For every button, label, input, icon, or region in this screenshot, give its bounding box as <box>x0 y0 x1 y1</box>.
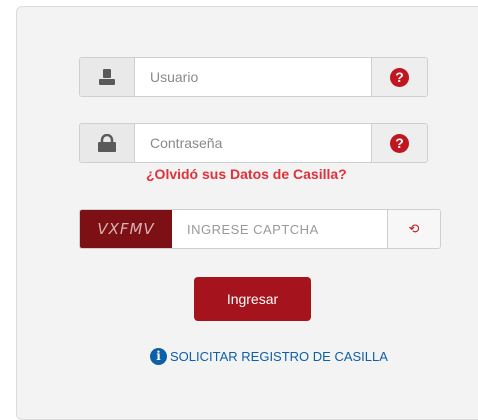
captcha-input[interactable] <box>172 210 388 248</box>
login-submit-button[interactable]: Ingresar <box>194 277 311 321</box>
lock-icon <box>80 124 135 162</box>
password-help-button[interactable]: ? <box>371 124 427 162</box>
question-icon: ? <box>390 67 409 87</box>
username-help-button[interactable]: ? <box>371 58 427 96</box>
username-input[interactable] <box>135 58 371 96</box>
register-link[interactable]: i SOLICITAR REGISTRO DE CASILLA <box>150 348 388 365</box>
user-icon <box>80 58 135 96</box>
captcha-image: VXFMV <box>80 210 172 248</box>
captcha-row: VXFMV ⟲ <box>79 209 441 249</box>
info-icon: i <box>150 348 167 365</box>
forgot-data-link[interactable]: ¿Olvidó sus Datos de Casilla? <box>146 166 347 182</box>
password-field: ? <box>79 123 428 163</box>
captcha-refresh-button[interactable]: ⟲ <box>388 210 440 248</box>
register-link-label: SOLICITAR REGISTRO DE CASILLA <box>170 349 388 364</box>
username-field: ? <box>79 57 428 97</box>
refresh-icon: ⟲ <box>408 221 420 236</box>
password-input[interactable] <box>135 124 371 162</box>
question-icon: ? <box>390 133 409 153</box>
